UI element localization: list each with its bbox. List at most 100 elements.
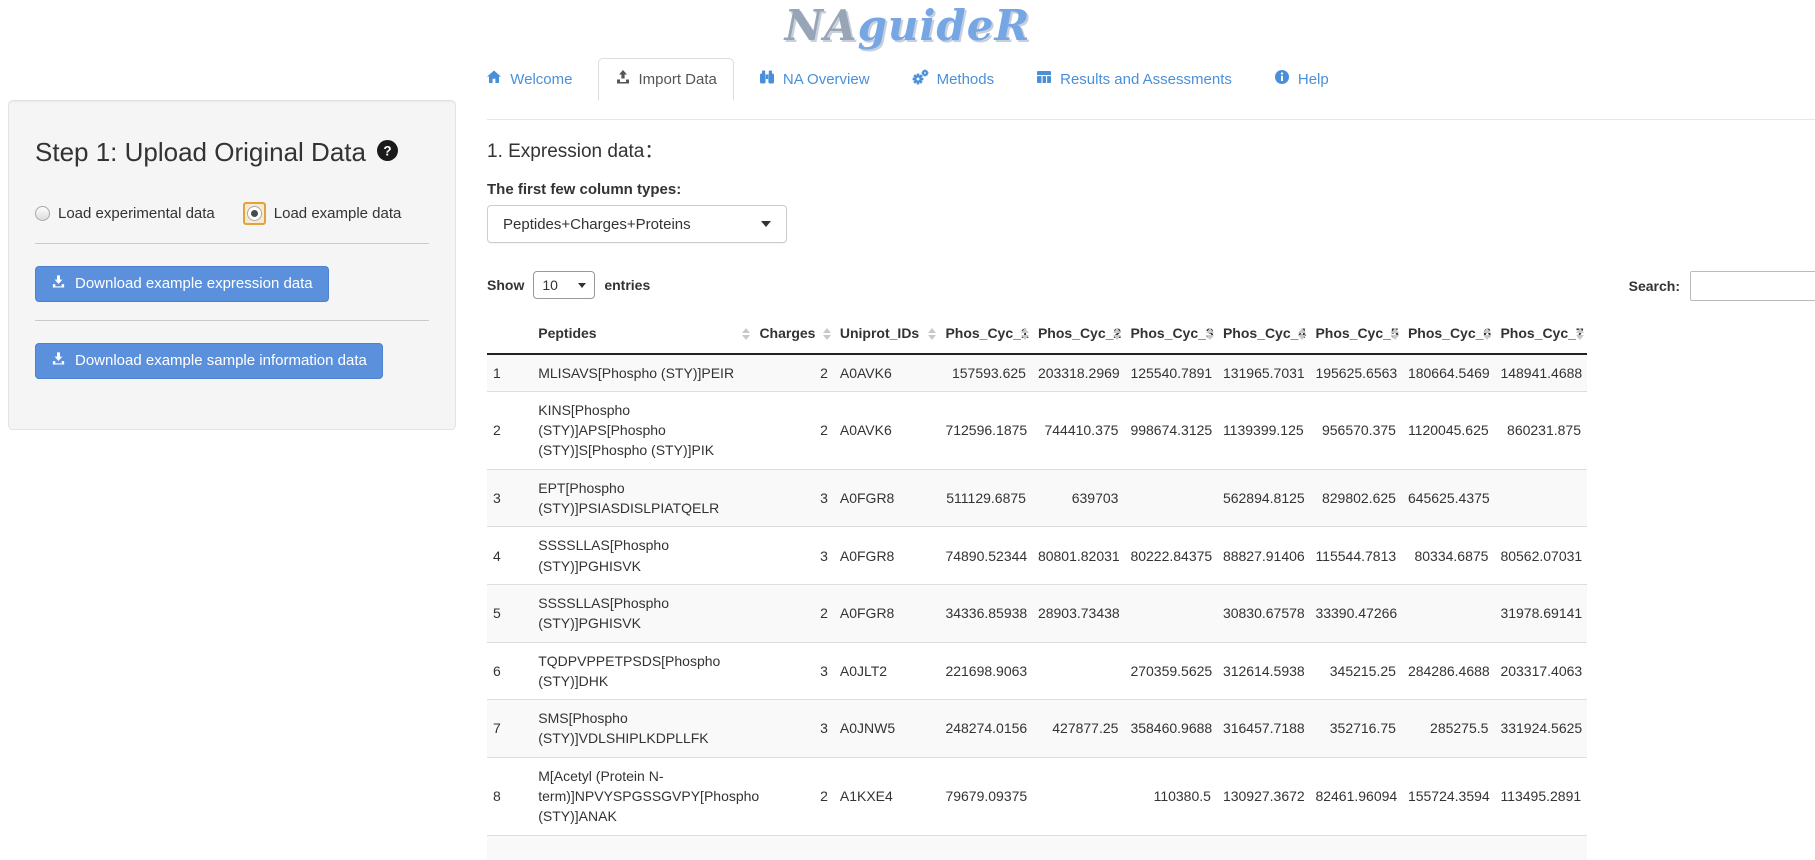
charge-cell: 2 <box>753 757 833 835</box>
column-header-Phos_Cyc_6[interactable]: Phos_Cyc_6 <box>1402 315 1495 354</box>
search-label: Search: <box>1629 278 1680 294</box>
caret-down-icon <box>761 221 771 227</box>
column-header-Charges[interactable]: Charges <box>753 315 833 354</box>
index-cell: 1 <box>487 354 532 392</box>
search-control: Search: <box>1629 271 1815 301</box>
radio-load-example[interactable]: Load example data <box>243 202 402 225</box>
value-cell <box>1032 642 1125 700</box>
value-cell: 744410.375 <box>1032 391 1125 469</box>
section-title: 1. Expression data： <box>487 136 1815 163</box>
uniprot-cell: A0FGR8 <box>834 584 940 642</box>
radio-icon <box>35 206 50 221</box>
peptide-cell: TQDPVPPETPSDS[Phospho (STY)]DHK <box>532 642 753 700</box>
value-cell: 74890.52344 <box>939 527 1032 585</box>
peptide-cell: EPT[Phospho (STY)]PSIASDISLPIATQELR <box>532 469 753 527</box>
sort-arrows-icon <box>928 328 936 340</box>
download-icon <box>51 351 66 371</box>
table-row[interactable]: 7SMS[Phospho (STY)]VDLSHIPLKDPLLFK3A0JNW… <box>487 700 1587 758</box>
value-cell <box>1124 584 1217 642</box>
question-icon[interactable]: ? <box>376 139 399 168</box>
value-cell: 30830.67578 <box>1217 584 1310 642</box>
value-cell: 131965.7031 <box>1217 354 1310 392</box>
column-header-label: Phos_Cyc_5 <box>1315 325 1398 341</box>
uniprot-cell: A0FGR8 <box>834 527 940 585</box>
table-row[interactable]: 1MLISAVS[Phospho (STY)]PEIR2A0AVK6157593… <box>487 354 1587 392</box>
panel-title-text: Step 1: Upload Original Data <box>35 138 366 167</box>
column-header-label: Phos_Cyc_2 <box>1038 325 1121 341</box>
column-header-label: Peptides <box>538 325 596 341</box>
upload-panel: Step 1: Upload Original Data ? Load expe… <box>8 100 456 430</box>
charge-cell: 2 <box>753 391 833 469</box>
value-cell: 860231.875 <box>1494 391 1587 469</box>
table-row[interactable]: 4SSSSLLAS[Phospho (STY)]PGHISVK3A0FGR874… <box>487 527 1587 585</box>
value-cell: 1120045.625 <box>1402 391 1495 469</box>
column-header-label: Phos_Cyc_4 <box>1223 325 1306 341</box>
charge-cell: 3 <box>753 527 833 585</box>
value-cell: 712596.1875 <box>939 391 1032 469</box>
table-row[interactable]: 2KINS[Phospho (STY)]APS[Phospho (STY)]S[… <box>487 391 1587 469</box>
value-cell: 352716.75 <box>1309 700 1402 758</box>
radio-label: Load example data <box>274 205 402 222</box>
index-cell: 3 <box>487 469 532 527</box>
value-cell: 427877.25 <box>1032 700 1125 758</box>
button-label: Download example sample information data <box>75 352 367 370</box>
value-cell: 80801.82031 <box>1032 527 1125 585</box>
column-types-label: The first few column types: <box>487 181 1815 198</box>
column-types-select[interactable]: Peptides+Charges+Proteins <box>487 205 787 243</box>
table-row[interactable]: 3EPT[Phospho (STY)]PSIASDISLPIATQELR3A0F… <box>487 469 1587 527</box>
charge-cell: 2 <box>753 584 833 642</box>
value-cell: 130927.3672 <box>1217 757 1310 835</box>
column-header-Phos_Cyc_4[interactable]: Phos_Cyc_4 <box>1217 315 1310 354</box>
value-cell <box>532 835 753 860</box>
peptide-cell: SSSSLLAS[Phospho (STY)]PGHISVK <box>532 527 753 585</box>
peptide-cell: KINS[Phospho (STY)]APS[Phospho (STY)]S[P… <box>532 391 753 469</box>
radio-load-experimental[interactable]: Load experimental data <box>35 205 215 222</box>
column-header-Phos_Cyc_3[interactable]: Phos_Cyc_3 <box>1124 315 1217 354</box>
index-cell: 5 <box>487 584 532 642</box>
search-input[interactable] <box>1690 271 1815 301</box>
value-cell <box>1032 835 1125 860</box>
column-header-Phos_Cyc_2[interactable]: Phos_Cyc_2 <box>1032 315 1125 354</box>
value-cell: 316457.7188 <box>1217 700 1310 758</box>
sort-arrows-icon <box>1206 328 1214 340</box>
value-cell: 639703 <box>1032 469 1125 527</box>
column-header-Phos_Cyc_5[interactable]: Phos_Cyc_5 <box>1309 315 1402 354</box>
entries-label: entries <box>604 277 650 293</box>
value-cell <box>939 835 1032 860</box>
sort-arrows-icon <box>1113 328 1121 340</box>
column-header-Phos_Cyc_1[interactable]: Phos_Cyc_1 <box>939 315 1032 354</box>
value-cell: 80222.84375 <box>1124 527 1217 585</box>
column-header-Peptides[interactable]: Peptides <box>532 315 753 354</box>
charge-cell: 3 <box>753 700 833 758</box>
sort-arrows-icon <box>1298 328 1306 340</box>
table-row[interactable]: 5SSSSLLAS[Phospho (STY)]PGHISVK2A0FGR834… <box>487 584 1587 642</box>
value-cell: 645625.4375 <box>1402 469 1495 527</box>
index-cell: 4 <box>487 527 532 585</box>
value-cell: 284286.4688 <box>1402 642 1495 700</box>
page-length-select[interactable]: 10 <box>533 271 595 299</box>
download-sample-info-button[interactable]: Download example sample information data <box>35 343 383 379</box>
table-row[interactable]: 6TQDPVPPETPSDS[Phospho (STY)]DHK3A0JLT22… <box>487 642 1587 700</box>
value-cell: 115544.7813 <box>1309 527 1402 585</box>
charge-cell: 3 <box>753 642 833 700</box>
download-expression-button[interactable]: Download example expression data <box>35 266 329 302</box>
charge-cell: 2 <box>753 354 833 392</box>
data-source-radio-group: Load experimental data Load example data <box>35 202 429 225</box>
column-header-label: Phos_Cyc_6 <box>1408 325 1491 341</box>
charge-cell: 3 <box>753 469 833 527</box>
value-cell: 80562.07031 <box>1494 527 1587 585</box>
value-cell: 113495.2891 <box>1494 757 1587 835</box>
value-cell <box>1494 835 1587 860</box>
column-header-index[interactable] <box>487 315 532 354</box>
column-header-label: Phos_Cyc_3 <box>1130 325 1213 341</box>
value-cell: 203317.4063 <box>1494 642 1587 700</box>
show-label: Show <box>487 277 524 293</box>
sort-arrows-icon <box>823 328 831 340</box>
value-cell: 125540.7891 <box>1124 354 1217 392</box>
column-types-selected-value: Peptides+Charges+Proteins <box>503 216 691 233</box>
radio-label: Load experimental data <box>58 205 215 222</box>
sort-arrows-icon <box>1483 328 1491 340</box>
column-header-Phos_Cyc_7[interactable]: Phos_Cyc_7 <box>1494 315 1587 354</box>
column-header-Uniprot_IDs[interactable]: Uniprot_IDs <box>834 315 940 354</box>
table-row[interactable]: 8M[Acetyl (Protein N-term)]NPVYSPGSSGVPY… <box>487 757 1587 835</box>
